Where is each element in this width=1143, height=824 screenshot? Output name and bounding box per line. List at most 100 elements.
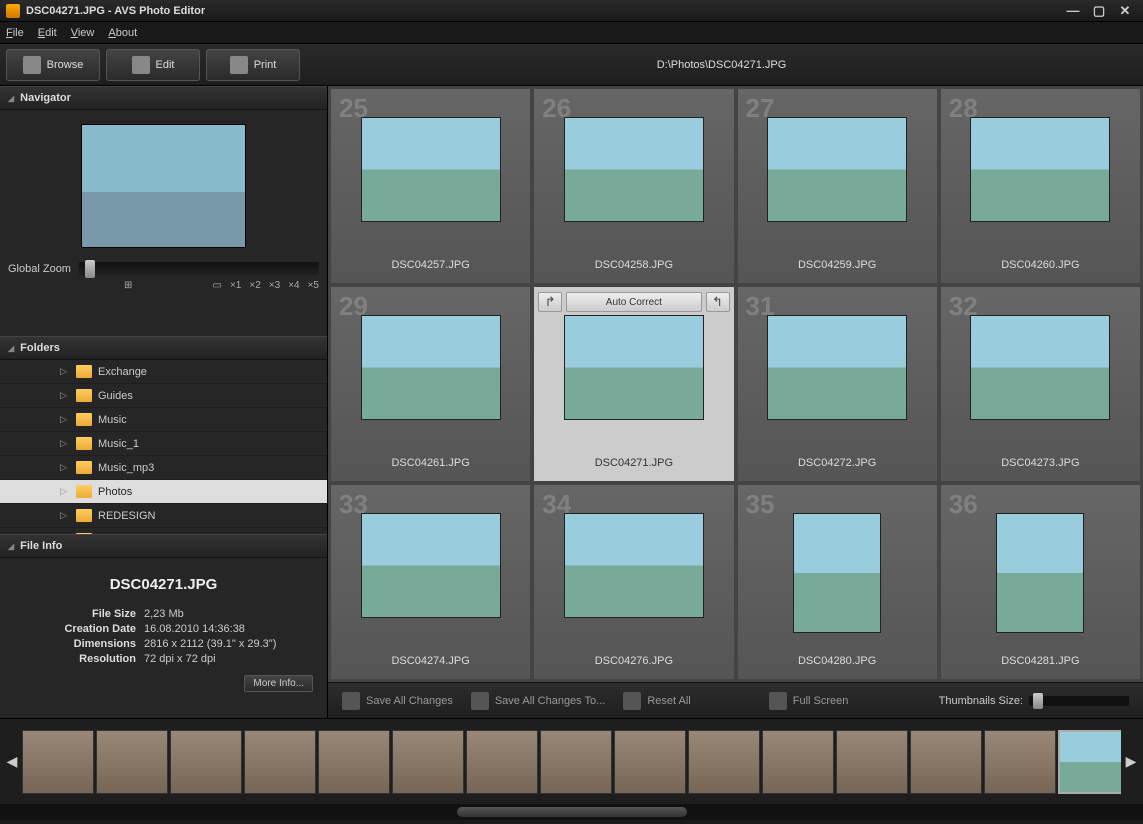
navigator-header[interactable]: Navigator xyxy=(0,86,327,110)
folder-item[interactable]: ▷Music_mp3 xyxy=(0,456,327,480)
filmstrip-thumb[interactable] xyxy=(22,730,94,794)
folder-name: Photos xyxy=(98,486,132,498)
rotate-right-button[interactable]: ↱ xyxy=(538,292,562,312)
save-all-button[interactable]: Save All Changes xyxy=(342,692,453,710)
folder-item[interactable]: ▷ Photos xyxy=(0,480,327,504)
zoom-mark[interactable]: ×5 xyxy=(308,280,319,291)
folder-icon xyxy=(76,365,92,378)
filmstrip-thumb[interactable] xyxy=(910,730,982,794)
thumbnail-image xyxy=(361,315,501,420)
thumbnail-filename: DSC04257.JPG xyxy=(391,259,469,271)
titlebar: DSC04271.JPG - AVS Photo Editor — ▢ ✕ xyxy=(0,0,1143,22)
folders-panel: ▷Exchange▷Guides▷Music▷Music_1▷Music_mp3… xyxy=(0,360,327,534)
thumbnail-cell[interactable]: 31DSC04272.JPG xyxy=(737,286,938,482)
auto-correct-button[interactable]: Auto Correct xyxy=(566,292,701,312)
thumbnail-image xyxy=(564,513,704,618)
folder-name: Music_1 xyxy=(98,438,139,450)
filmstrip-thumb[interactable] xyxy=(984,730,1056,794)
cell-number: 34 xyxy=(542,489,571,520)
folder-item[interactable]: ▷Music xyxy=(0,408,327,432)
navigator-preview[interactable] xyxy=(81,124,246,248)
fileinfo-key: Creation Date xyxy=(14,622,144,637)
reset-all-button[interactable]: Reset All xyxy=(623,692,690,710)
minimize-button[interactable]: — xyxy=(1061,4,1085,18)
main-toolbar: Browse Edit Print D:\Photos\DSC04271.JPG xyxy=(0,44,1143,86)
thumbnail-cell[interactable]: 27 DSC04259.JPG xyxy=(737,88,938,284)
folder-item[interactable]: ▷REDESIGN xyxy=(0,504,327,528)
thumbnail-cell[interactable]: 25DSC04257.JPG xyxy=(330,88,531,284)
filmstrip-thumb[interactable] xyxy=(244,730,316,794)
folders-header[interactable]: Folders xyxy=(0,336,327,360)
zoom-slider[interactable] xyxy=(79,262,319,276)
filmstrip-thumb[interactable] xyxy=(614,730,686,794)
folder-icon xyxy=(76,413,92,426)
thumbnail-cell[interactable]: 34 DSC04276.JPG xyxy=(533,484,734,680)
thumbnail-cell[interactable]: 28DSC04260.JPG xyxy=(940,88,1141,284)
save-all-to-button[interactable]: Save All Changes To... xyxy=(471,692,605,710)
browse-icon xyxy=(23,56,41,74)
fileinfo-key: File Size xyxy=(14,607,144,622)
filmstrip-scroll-thumb[interactable] xyxy=(457,807,687,817)
filmstrip-thumb[interactable] xyxy=(318,730,390,794)
thumbnail-cell[interactable]: 26DSC04258.JPG xyxy=(533,88,734,284)
zoom-mark[interactable]: ×1 xyxy=(230,280,241,291)
thumbnail-filename: DSC04281.JPG xyxy=(1001,655,1079,667)
filmstrip-thumb[interactable] xyxy=(688,730,760,794)
thumbnail-filename: DSC04259.JPG xyxy=(798,259,876,271)
zoom-mark[interactable]: ⊞ xyxy=(124,280,132,291)
window-title: DSC04271.JPG - AVS Photo Editor xyxy=(26,5,1061,17)
thumbnail-cell[interactable]: 35DSC04280.JPG xyxy=(737,484,938,680)
rotate-left-button[interactable]: ↰ xyxy=(706,292,730,312)
reset-icon xyxy=(623,692,641,710)
folder-icon xyxy=(76,461,92,474)
menu-about[interactable]: About xyxy=(108,27,137,39)
zoom-mark[interactable]: ×4 xyxy=(288,280,299,291)
filmstrip-thumb[interactable] xyxy=(392,730,464,794)
thumbnail-cell[interactable]: 29DSC04261.JPG xyxy=(330,286,531,482)
zoom-mark[interactable]: ×2 xyxy=(249,280,260,291)
filmstrip-thumb[interactable] xyxy=(170,730,242,794)
folder-item[interactable]: ▷Guides xyxy=(0,384,327,408)
thumbnail-cell[interactable]: 32 DSC04273.JPG xyxy=(940,286,1141,482)
menu-view[interactable]: View xyxy=(71,27,95,39)
thumbnail-filename: DSC04276.JPG xyxy=(595,655,673,667)
menu-file[interactable]: File xyxy=(6,27,24,39)
filmstrip-thumb[interactable] xyxy=(762,730,834,794)
filmstrip-scrollbar[interactable] xyxy=(0,804,1143,820)
close-button[interactable]: ✕ xyxy=(1113,4,1137,18)
expand-icon: ▷ xyxy=(60,486,70,497)
edit-icon xyxy=(132,56,150,74)
edit-button[interactable]: Edit xyxy=(106,49,200,81)
filmstrip-thumb[interactable] xyxy=(466,730,538,794)
cell-number: 33 xyxy=(339,489,368,520)
print-button[interactable]: Print xyxy=(206,49,300,81)
filmstrip-next-button[interactable]: ▶ xyxy=(1123,727,1139,797)
thumbnail-filename: DSC04273.JPG xyxy=(1001,457,1079,469)
more-info-button[interactable]: More Info... xyxy=(244,675,313,692)
thumbnail-cell[interactable]: ↱Auto Correct↰DSC04271.JPG xyxy=(533,286,734,482)
filmstrip-thumb[interactable] xyxy=(540,730,612,794)
filmstrip-thumb[interactable] xyxy=(96,730,168,794)
folder-item[interactable]: ▷Exchange xyxy=(0,360,327,384)
maximize-button[interactable]: ▢ xyxy=(1087,4,1111,18)
thumbnail-image xyxy=(564,315,704,420)
filmstrip-thumb[interactable] xyxy=(1058,730,1121,794)
filmstrip-prev-button[interactable]: ◀ xyxy=(4,727,20,797)
thumbnail-cell[interactable]: 36DSC04281.JPG xyxy=(940,484,1141,680)
browse-button[interactable]: Browse xyxy=(6,49,100,81)
path-display: D:\Photos\DSC04271.JPG xyxy=(306,59,1137,71)
full-screen-button[interactable]: Full Screen xyxy=(769,692,849,710)
filmstrip-thumb[interactable] xyxy=(836,730,908,794)
expand-icon: ▷ xyxy=(60,510,70,521)
fileinfo-value: 2,23 Mb xyxy=(144,607,184,622)
folder-item[interactable]: ▷Music_1 xyxy=(0,432,327,456)
fileinfo-header[interactable]: File Info xyxy=(0,534,327,558)
menu-edit[interactable]: Edit xyxy=(38,27,57,39)
cell-number: 32 xyxy=(949,291,978,322)
zoom-mark[interactable]: ▭ xyxy=(213,280,222,291)
cell-number: 27 xyxy=(746,93,775,124)
thumbnail-cell[interactable]: 33DSC04274.JPG xyxy=(330,484,531,680)
thumb-size-slider[interactable] xyxy=(1029,696,1129,706)
zoom-mark[interactable]: ×3 xyxy=(269,280,280,291)
thumbnail-image xyxy=(564,117,704,222)
